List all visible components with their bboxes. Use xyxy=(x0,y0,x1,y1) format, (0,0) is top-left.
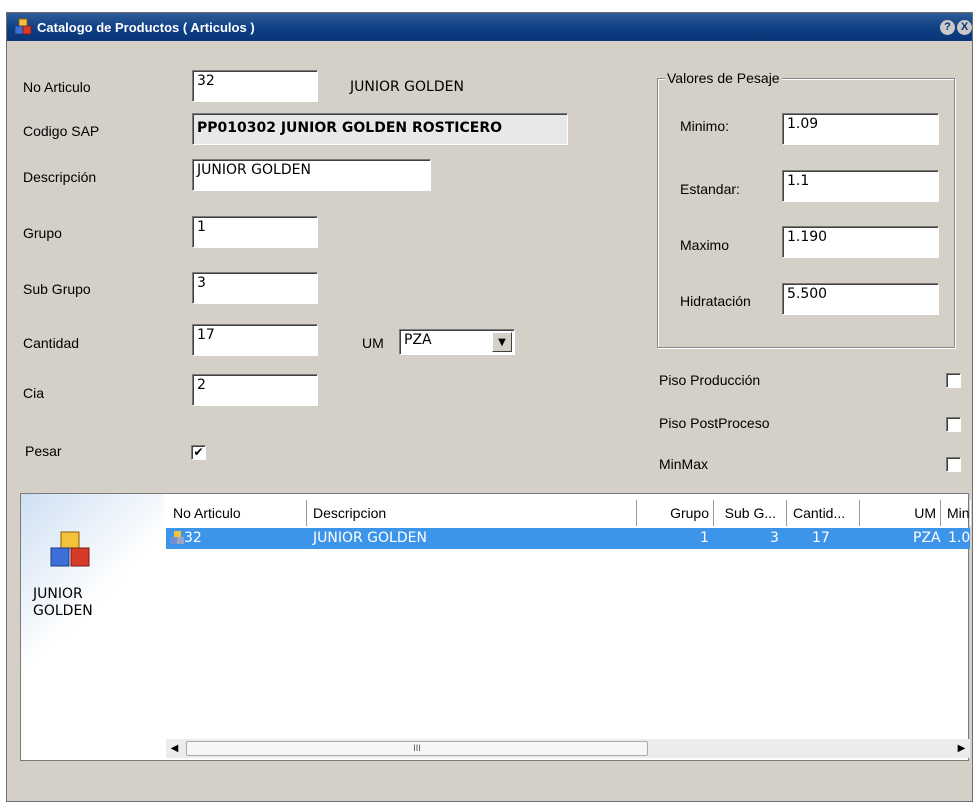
product-cubes-icon xyxy=(50,531,90,567)
estandar-label: Estandar: xyxy=(680,181,740,197)
um-select[interactable]: PZA ▼ xyxy=(399,329,515,355)
cell-grupo: 1 xyxy=(700,530,709,546)
help-button[interactable]: ? xyxy=(940,19,955,35)
app-cubes-icon xyxy=(14,18,32,35)
um-select-value: PZA xyxy=(404,332,432,348)
minimo-input[interactable]: 1.09 xyxy=(782,113,939,145)
codigo-sap-label: Codigo SAP xyxy=(23,123,100,139)
horizontal-scrollbar[interactable]: ◀ III ▶ xyxy=(166,739,970,758)
cell-um: PZA xyxy=(913,530,941,546)
sub-grupo-input[interactable]: 3 xyxy=(192,272,318,304)
maximo-label: Maximo xyxy=(680,237,730,253)
close-button[interactable]: X xyxy=(957,19,972,35)
cia-input[interactable]: 2 xyxy=(192,374,318,406)
codigo-sap-field: PP010302 JUNIOR GOLDEN ROSTICERO xyxy=(192,113,568,145)
scroll-thumb[interactable]: III xyxy=(186,741,648,756)
cell-cantidad: 17 xyxy=(812,530,830,546)
minmax-label: MinMax xyxy=(659,456,709,472)
product-list-panel: JUNIOR GOLDEN No Articulo Descripcion Gr… xyxy=(20,493,970,761)
column-header-no-articulo[interactable]: No Articulo xyxy=(168,500,307,526)
cell-no-articulo: 32 xyxy=(184,530,202,546)
maximo-input[interactable]: 1.190 xyxy=(782,226,939,258)
descripcion-input[interactable]: JUNIOR GOLDEN xyxy=(192,159,431,191)
minmax-checkbox[interactable] xyxy=(946,457,961,472)
column-header-um[interactable]: UM xyxy=(861,500,941,526)
table-row[interactable]: 32 JUNIOR GOLDEN 1 3 17 PZA 1.09 xyxy=(166,528,970,549)
chevron-down-icon[interactable]: ▼ xyxy=(492,332,512,352)
scroll-right-icon[interactable]: ▶ xyxy=(953,739,970,758)
pesar-label: Pesar xyxy=(25,443,62,459)
hidratacion-label: Hidratación xyxy=(680,293,751,309)
window-title: Catalogo de Productos ( Articulos ) xyxy=(37,19,255,35)
catalog-window: Catalogo de Productos ( Articulos ) ? X … xyxy=(6,12,973,802)
cell-sub-grupo: 3 xyxy=(770,530,779,546)
no-articulo-label: No Articulo xyxy=(23,79,91,95)
descripcion-label: Descripción xyxy=(23,169,97,185)
grupo-input[interactable]: 1 xyxy=(192,216,318,248)
pesaje-group-title: Valores de Pesaje xyxy=(665,70,782,86)
grupo-label: Grupo xyxy=(23,225,62,241)
column-header-min[interactable]: Min xyxy=(942,500,970,526)
piso-postproceso-label: Piso PostProceso xyxy=(659,415,770,431)
column-header-grupo[interactable]: Grupo xyxy=(638,500,714,526)
cantidad-label: Cantidad xyxy=(23,335,80,351)
piso-postproceso-checkbox[interactable] xyxy=(946,417,961,432)
sub-grupo-label: Sub Grupo xyxy=(23,281,91,297)
product-row-icon xyxy=(170,531,184,544)
cell-descripcion: JUNIOR GOLDEN xyxy=(313,530,427,546)
estandar-input[interactable]: 1.1 xyxy=(782,170,939,202)
piso-produccion-label: Piso Producción xyxy=(659,372,761,388)
um-label: UM xyxy=(362,335,384,351)
no-articulo-name: JUNIOR GOLDEN xyxy=(350,79,464,95)
piso-produccion-checkbox[interactable] xyxy=(946,373,961,388)
scroll-left-icon[interactable]: ◀ xyxy=(166,739,183,758)
pesar-checkbox[interactable]: ✔ xyxy=(191,445,206,460)
cia-label: Cia xyxy=(23,385,45,401)
selected-item-caption: JUNIOR GOLDEN xyxy=(33,586,93,619)
column-header-descripcion[interactable]: Descripcion xyxy=(308,500,637,526)
no-articulo-input[interactable]: 32 xyxy=(192,70,318,102)
cantidad-input[interactable]: 17 xyxy=(192,324,318,356)
column-header-cantidad[interactable]: Cantid... xyxy=(788,500,860,526)
column-header-sub-grupo[interactable]: Sub G... xyxy=(715,500,787,526)
cell-min: 1.09 xyxy=(948,530,970,546)
title-bar[interactable]: Catalogo de Productos ( Articulos ) ? X xyxy=(7,13,972,41)
hidratacion-input[interactable]: 5.500 xyxy=(782,283,939,315)
minimo-label: Minimo: xyxy=(680,118,730,134)
selected-item-preview: JUNIOR GOLDEN xyxy=(21,494,164,760)
